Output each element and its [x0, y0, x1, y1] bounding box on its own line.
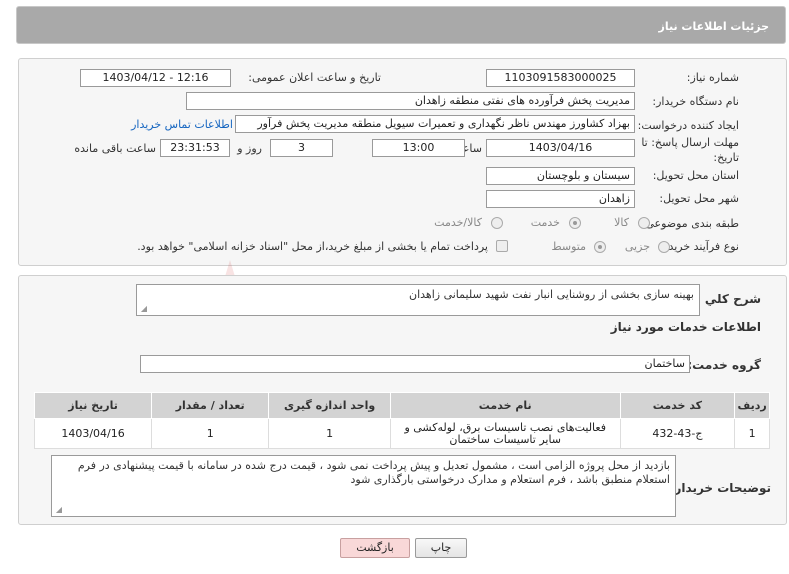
page-title: جزئیات اطلاعات نیاز — [658, 20, 770, 33]
process-option-medium: متوسط — [551, 240, 586, 253]
col-need-date: تاریخ نیاز — [33, 392, 153, 419]
need-number-label: شماره نیاز: — [686, 71, 739, 84]
days-label: روز و — [237, 142, 262, 155]
cell-service-code: ج-43-432 — [619, 418, 736, 449]
category-radio-goods-service[interactable] — [491, 217, 503, 229]
need-info-panel — [18, 58, 787, 266]
category-radio-service[interactable] — [569, 217, 581, 229]
cell-service-name: فعالیت‌های نصب تاسیسات برق، لوله‌کشی و س… — [389, 418, 621, 449]
category-option-goods: کالا — [614, 216, 629, 229]
buyer-org-field: مدیریت پخش فرآورده های نفتی منطقه زاهدان — [186, 92, 635, 110]
announce-datetime-label: تاریخ و ساعت اعلان عمومی: — [248, 71, 381, 84]
col-service-code: کد خدمت — [619, 392, 736, 419]
col-quantity: تعداد / مقدار — [151, 392, 270, 419]
service-group-label: گروه خدمت: — [687, 358, 761, 372]
buyer-notes-label: توضیحات خریدار: — [669, 481, 771, 495]
col-unit: واحد اندازه گیری — [268, 392, 391, 419]
need-number-field: 1103091583000025 — [486, 69, 635, 87]
province-field: سیستان و بلوچستان — [486, 167, 635, 185]
requester-label: ایجاد کننده درخواست: — [637, 119, 739, 132]
requester-field: بهزاد کشاورز مهندس ناظر نگهداری و تعمیرا… — [235, 115, 635, 133]
city-label: شهر محل تحویل: — [659, 192, 739, 205]
services-table-header: ردیف کد خدمت نام خدمت واحد اندازه گیری ت… — [33, 392, 770, 419]
col-service-name: نام خدمت — [389, 392, 621, 419]
remaining-days-field: 3 — [270, 139, 333, 157]
deadline-label: مهلت ارسال پاسخ: تا — [641, 136, 739, 149]
deadline-label-date: تاریخ: — [713, 151, 739, 164]
summary-textarea[interactable]: بهینه سازی بخشی از روشنایی انبار نفت شهی… — [136, 284, 700, 316]
treasury-payment-checkbox[interactable] — [496, 240, 508, 252]
buyer-notes-text: بازدید از محل پروژه الزامی است ، مشمول ت… — [77, 459, 670, 486]
resize-grip-icon[interactable]: ◢ — [54, 506, 62, 514]
category-option-service: خدمت — [530, 216, 560, 229]
cell-row-number: 1 — [734, 418, 770, 449]
buyer-notes-textarea[interactable]: بازدید از محل پروژه الزامی است ، مشمول ت… — [51, 455, 676, 517]
summary-text: بهینه سازی بخشی از روشنایی انبار نفت شهی… — [409, 288, 694, 301]
deadline-date-field: 1403/04/16 — [486, 139, 635, 157]
print-button[interactable]: چاپ — [415, 538, 467, 558]
process-radio-medium[interactable] — [594, 241, 606, 253]
services-heading: اطلاعات خدمات مورد نیاز — [610, 320, 761, 334]
process-radio-minor[interactable] — [658, 241, 670, 253]
category-option-goods-service: کالا/خدمت — [434, 216, 482, 229]
process-type-label: نوع فرآیند خرید : — [661, 240, 739, 253]
col-row-number: ردیف — [734, 392, 770, 419]
category-radio-goods[interactable] — [638, 217, 650, 229]
buyer-contact-link[interactable]: اطلاعات تماس خریدار — [131, 118, 233, 131]
city-field: زاهدان — [486, 190, 635, 208]
cell-need-date: 1403/04/16 — [33, 418, 153, 449]
services-table: ردیف کد خدمت نام خدمت واحد اندازه گیری ت… — [33, 392, 770, 449]
page-header: جزئیات اطلاعات نیاز — [16, 6, 786, 44]
table-row: 1 ج-43-432 فعالیت‌های نصب تاسیسات برق، ل… — [33, 418, 770, 449]
announce-datetime-field: 1403/04/12 - 12:16 — [80, 69, 231, 87]
service-group-field: ساختمان — [140, 355, 690, 373]
category-label: طبقه بندی موضوعی: — [641, 217, 739, 230]
province-label: استان محل تحویل: — [652, 169, 739, 182]
buyer-org-label: نام دستگاه خریدار: — [652, 95, 739, 108]
cell-quantity: 1 — [151, 418, 270, 449]
back-button[interactable]: بازگشت — [340, 538, 410, 558]
process-option-minor: جزیی — [624, 240, 650, 253]
remaining-time-label: ساعت باقی مانده — [74, 142, 156, 155]
remaining-time-field: 23:31:53 — [160, 139, 230, 157]
cell-unit: 1 — [268, 418, 391, 449]
treasury-payment-note: پرداخت تمام یا بخشی از مبلغ خرید،از محل … — [137, 240, 488, 253]
deadline-time-field: 13:00 — [372, 139, 465, 157]
cell-service-name-text: فعالیت‌های نصب تاسیسات برق، لوله‌کشی و س… — [404, 420, 606, 446]
resize-grip-icon[interactable]: ◢ — [139, 305, 147, 313]
